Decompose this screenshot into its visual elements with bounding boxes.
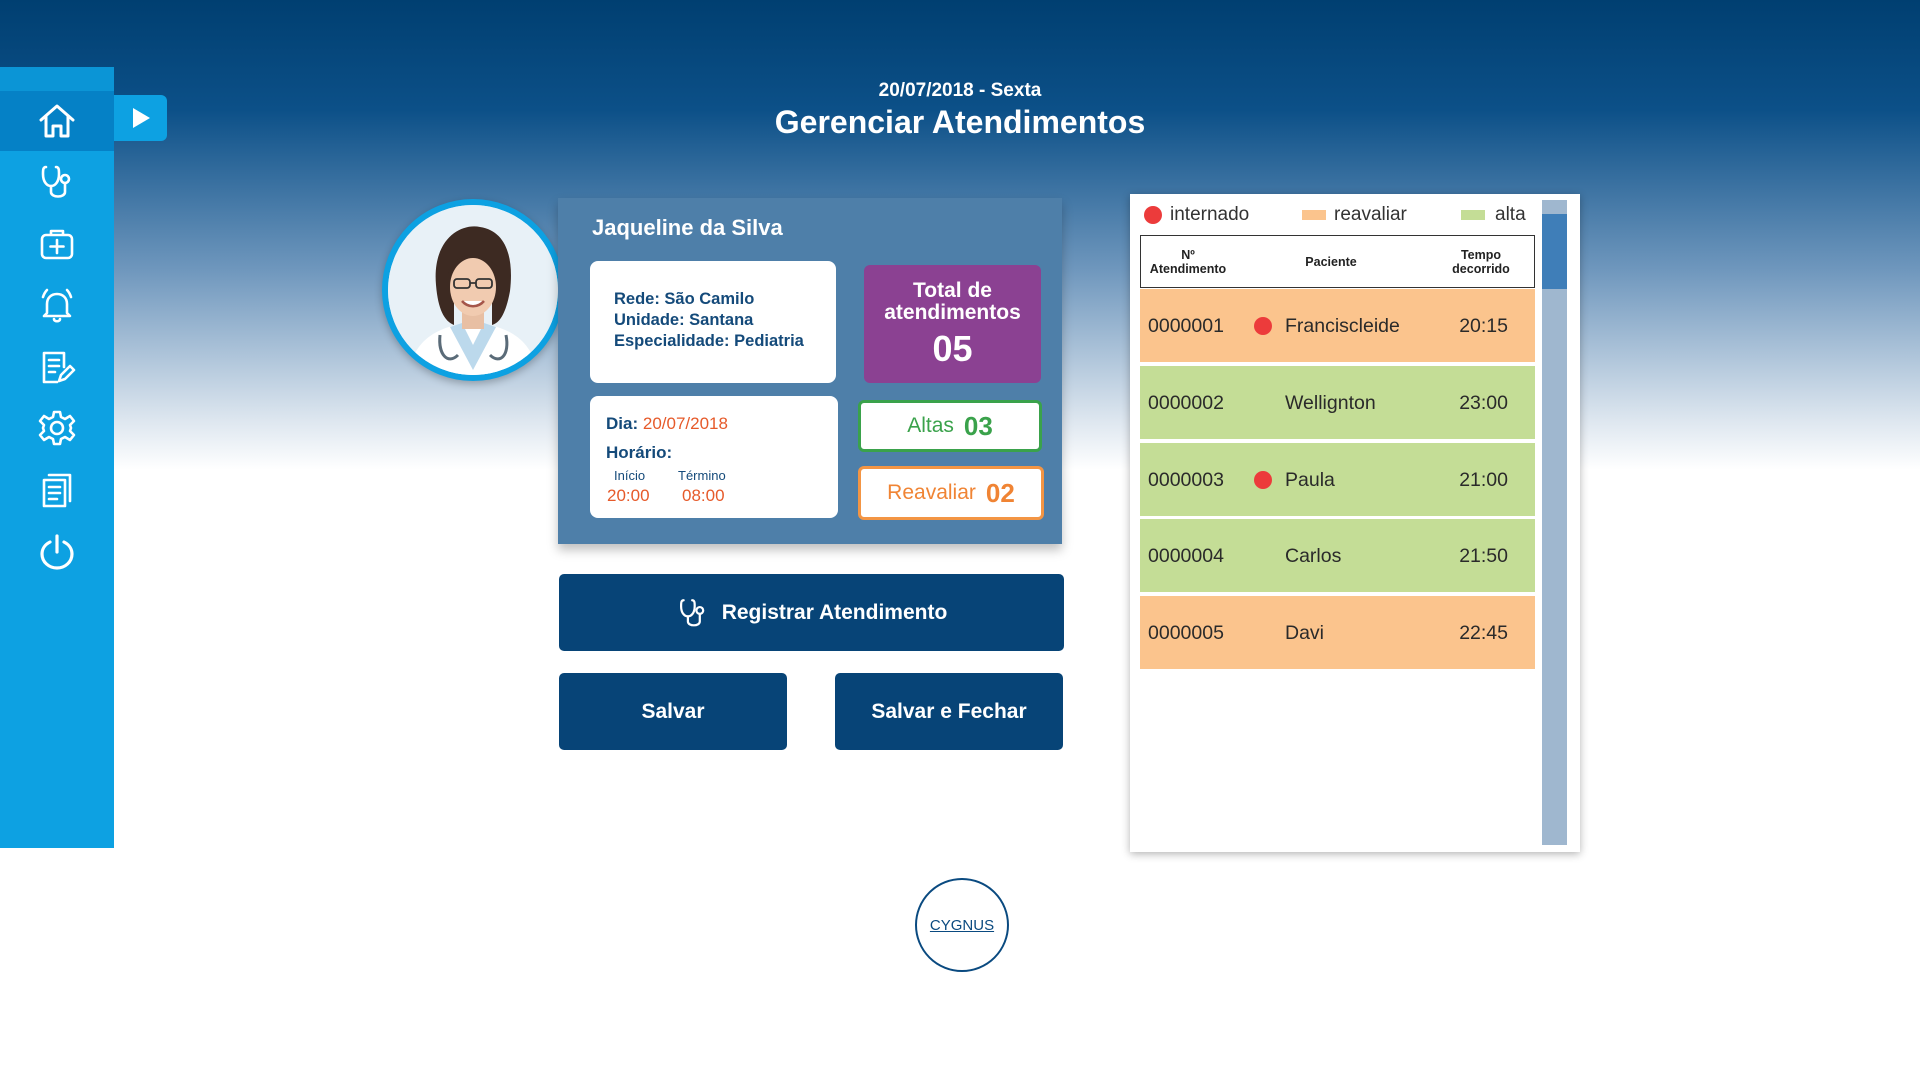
- termino-value: 08:00: [682, 486, 725, 505]
- doctor-rede: Rede: São Camilo: [614, 290, 755, 308]
- row-numero: 0000004: [1148, 545, 1224, 567]
- row-paciente: Paula: [1285, 469, 1335, 491]
- row-paciente: Carlos: [1285, 545, 1342, 567]
- avatar: [382, 199, 564, 381]
- logo-text: CYGNUS: [929, 916, 995, 934]
- medkit-icon: [40, 229, 74, 260]
- table-row[interactable]: 0000002 Wellignton 23:00: [1140, 366, 1535, 439]
- th-numero: Nº Atendimento: [1149, 248, 1227, 276]
- doctor-photo: [388, 205, 558, 375]
- reavaliar-label: Reavaliar: [887, 481, 976, 504]
- row-numero: 0000001: [1148, 315, 1224, 337]
- table-row[interactable]: 0000001 Francisclei­de 20:15: [1140, 289, 1535, 362]
- stethoscope-icon: [41, 165, 71, 198]
- table-row[interactable]: 0000005 Davi 22:45: [1140, 596, 1535, 669]
- sidebar-item-prontuario[interactable]: [0, 337, 114, 397]
- cygnus-logo: CYGNUS: [915, 878, 1009, 972]
- altas-box: Altas 03: [858, 400, 1042, 452]
- total-label-line1: Total de: [913, 279, 992, 302]
- sidebar-item-atendimentos[interactable]: [0, 152, 114, 212]
- reavaliar-value: 02: [985, 477, 1015, 508]
- row-paciente: Davi: [1285, 622, 1325, 644]
- edit-note-icon: [42, 351, 76, 384]
- horario-label: Horário:: [606, 443, 673, 462]
- salvar-e-fechar-button[interactable]: Salvar e Fechar: [835, 673, 1063, 750]
- th-tempo: Tempo decorrido: [1441, 248, 1521, 276]
- gear-icon: [38, 410, 76, 446]
- legend-reavaliar: reavaliar: [1302, 204, 1407, 226]
- altas-value: 03: [963, 410, 993, 441]
- sidebar-item-sair[interactable]: [0, 522, 114, 582]
- dia-value: 20/07/2018: [642, 414, 728, 433]
- registrar-label: Registrar Atendimento: [721, 600, 948, 624]
- row-paciente: Wellignton: [1285, 392, 1376, 414]
- reavaliar-box: Reavaliar 02: [858, 466, 1044, 520]
- alta-swatch-icon: [1461, 210, 1485, 220]
- doctor-especialidade: Especialidade: Pediatria: [614, 332, 804, 350]
- registrar-atendimento-button[interactable]: Registrar Atendimento: [559, 574, 1064, 651]
- salvar-button[interactable]: Salvar: [559, 673, 787, 750]
- row-numero: 0000005: [1148, 622, 1224, 644]
- total-label-line2: atendimentos: [884, 301, 1021, 324]
- table-scroll-thumb[interactable]: [1542, 214, 1567, 289]
- termino-label: Término: [678, 468, 726, 483]
- table-row[interactable]: 0000003 Paula 21:00: [1140, 443, 1535, 516]
- schedule-box: Dia: 20/07/2018 Horário: Início Término …: [590, 396, 838, 518]
- legend-alta-label: alta: [1495, 204, 1526, 225]
- inicio-value: 20:00: [607, 486, 650, 505]
- internado-dot-icon: [1144, 206, 1162, 224]
- sidebar-item-configuracoes[interactable]: [0, 398, 114, 458]
- table-scrollbar[interactable]: [1542, 200, 1567, 845]
- total-value: 05: [932, 328, 973, 369]
- row-numero: 0000003: [1148, 469, 1224, 491]
- doctor-name: Jaqueline da Silva: [592, 215, 783, 240]
- dia-label: Dia:: [606, 414, 639, 433]
- table-row[interactable]: 0000004 Carlos 21:50: [1140, 519, 1535, 592]
- row-tempo: 21:50: [1459, 545, 1508, 567]
- stethoscope-icon: [679, 598, 705, 626]
- row-numero: 0000002: [1148, 392, 1224, 414]
- row-tempo: 23:00: [1459, 392, 1508, 414]
- bell-icon: [41, 288, 73, 323]
- table-header: Nº Atendimento Paciente Tempo decorrido: [1140, 235, 1535, 288]
- sidebar-item-relatorios[interactable]: [0, 460, 114, 520]
- sidebar-item-kit[interactable]: [0, 214, 114, 274]
- th-tempo-line2: decorrido: [1452, 262, 1510, 276]
- th-paciente: Paciente: [1305, 255, 1357, 269]
- th-tempo-line1: Tempo: [1460, 248, 1502, 262]
- legend-internado-label: internado: [1170, 204, 1250, 225]
- altas-label: Altas: [907, 414, 954, 437]
- internado-dot-icon: [1254, 317, 1272, 335]
- header-date: 20/07/2018 - Sexta: [878, 80, 1042, 101]
- row-paciente: Francisclei­de: [1285, 315, 1400, 337]
- page-title: Gerenciar Atendimentos: [774, 104, 1146, 140]
- doctor-info-box: Rede: São Camilo Unidade: Santana Especi…: [590, 261, 836, 383]
- legend: internado reavaliar alta: [1142, 204, 1532, 228]
- th-numero-line1: Nº: [1181, 248, 1195, 262]
- power-icon: [40, 534, 74, 570]
- documents-icon: [42, 473, 72, 508]
- inicio-label: Início: [614, 468, 646, 483]
- legend-alta: alta: [1461, 204, 1526, 226]
- internado-dot-icon: [1254, 471, 1272, 489]
- legend-reavaliar-label: reavaliar: [1334, 204, 1407, 225]
- sidebar-item-alertas[interactable]: [0, 275, 114, 335]
- th-numero-line2: Atendimento: [1149, 262, 1227, 276]
- reavaliar-swatch-icon: [1302, 210, 1326, 220]
- doctor-unidade: Unidade: Santana: [614, 311, 754, 329]
- row-tempo: 22:45: [1459, 622, 1508, 644]
- legend-internado: internado: [1144, 204, 1249, 226]
- row-tempo: 21:00: [1459, 469, 1508, 491]
- total-atendimentos-box: Total de atendimentos 05: [864, 265, 1041, 383]
- row-tempo: 20:15: [1459, 315, 1508, 337]
